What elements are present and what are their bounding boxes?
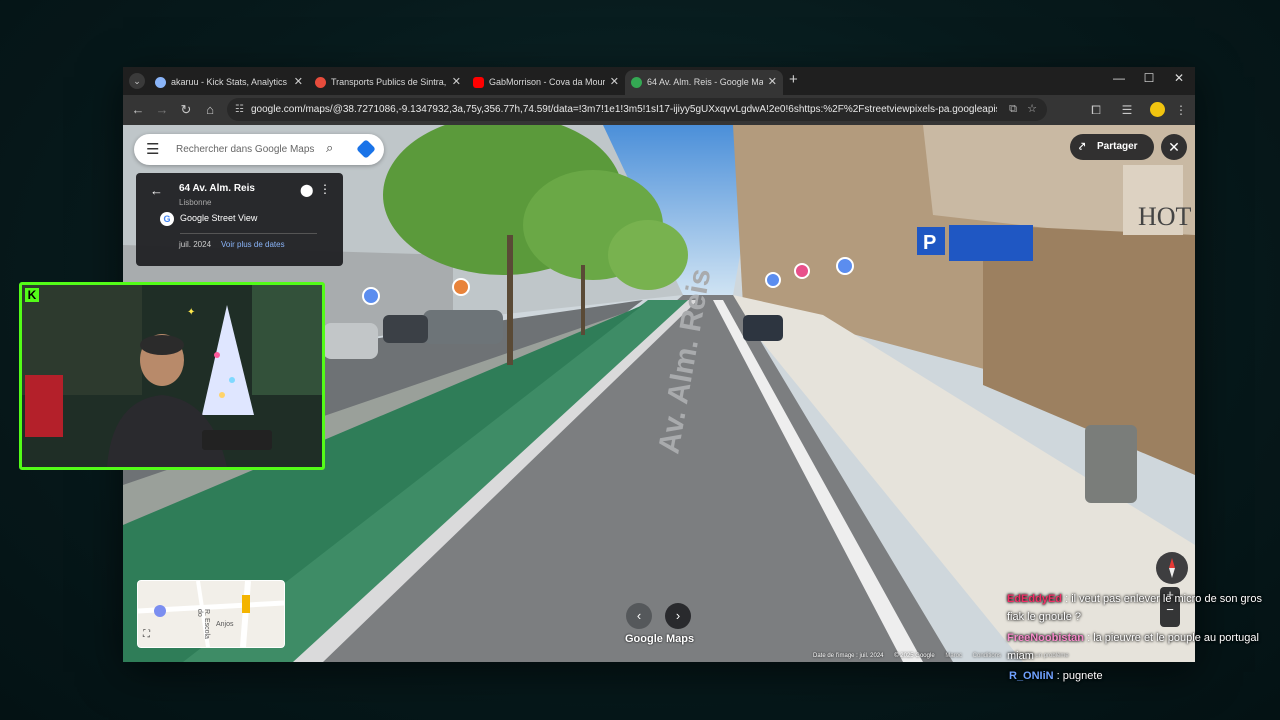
minimap-label: R. Escola do [196, 609, 210, 639]
tab-transports[interactable]: Transports Publics de Sintra, Po ✕ [309, 70, 467, 95]
webcam-feed: ✦ [22, 285, 322, 467]
svg-text:P: P [923, 232, 936, 254]
site-info-icon[interactable]: ☷ [235, 98, 244, 121]
mini-map[interactable]: R. Escola do Anjos ⛶ [137, 580, 285, 648]
previous-arrow-button[interactable]: ‹ [626, 603, 652, 629]
more-menu-icon[interactable]: ⋮ [1172, 102, 1190, 118]
divider [180, 233, 317, 234]
chat-text: pugnete [1062, 670, 1103, 682]
next-arrow-button[interactable]: › [665, 603, 691, 629]
stream-chat: EdEddyEd : il veut pas enlever le micro … [1007, 590, 1267, 682]
share-button[interactable]: ⤤ Partager [1070, 134, 1154, 160]
url-text: google.com/maps/@38.7271086,-9.1347932,3… [251, 104, 997, 115]
mini-map-roads [138, 581, 284, 647]
install-icon[interactable]: ⧉ [1009, 98, 1017, 121]
chat-username: R_ONIiN [1009, 670, 1054, 682]
tab-title: akaruu - Kick Stats, Analytics an [171, 77, 289, 87]
chat-message: R_ONIiN : pugnete [1009, 670, 1103, 682]
place-city: Lisbonne [179, 198, 212, 207]
extensions-icon[interactable]: ⧠ [1087, 102, 1105, 118]
source-text: Google Street View [180, 213, 258, 223]
close-tab-icon[interactable]: ✕ [768, 70, 777, 95]
share-icon: ⤤ [1079, 141, 1086, 153]
back-arrow-icon[interactable]: ← [150, 183, 163, 198]
forward-arrow-icon[interactable]: → [153, 102, 171, 118]
google-maps-logo: Google Maps [625, 633, 695, 645]
image-date: Date de l'image : juil. 2024 [813, 653, 884, 659]
tab-bar: ⌄ akaruu - Kick Stats, Analytics an ✕ Tr… [123, 67, 1195, 95]
svg-text:✦: ✦ [187, 307, 195, 318]
chat-username: EdEddyEd [1007, 593, 1063, 605]
tab-title: 64 Av. Alm. Reis - Google Maps [647, 77, 763, 87]
source-label: G Google Street View [160, 212, 258, 226]
search-icon[interactable]: ⌕ [326, 140, 333, 156]
youtube-icon [473, 77, 484, 88]
location-pin-icon[interactable]: ⬤ [300, 183, 313, 197]
tab-search-icon[interactable]: ⌄ [129, 73, 145, 89]
tab-title: Transports Publics de Sintra, Po [331, 77, 447, 87]
more-options-icon[interactable]: ⋮ [319, 182, 331, 196]
svg-text:HOT: HOT [1138, 202, 1192, 231]
close-tab-icon[interactable]: ✕ [294, 70, 303, 95]
conditions-link[interactable]: Conditions [973, 653, 1001, 659]
reading-list-icon[interactable]: ☰ [1118, 102, 1136, 118]
place-title: 64 Av. Alm. Reis [179, 183, 255, 194]
kick-logo-icon: K [25, 288, 39, 302]
place-info-card: ← 64 Av. Alm. Reis Lisbonne ⬤ ⋮ G Google… [136, 173, 343, 266]
back-arrow-icon[interactable]: ← [129, 102, 147, 118]
new-tab-button[interactable]: + [789, 71, 798, 88]
address-bar: ← → ↻ ⌂ ☷ google.com/maps/@38.7271086,-9… [123, 95, 1195, 125]
chat-message: EdEddyEd : il veut pas enlever le micro … [1007, 593, 1262, 623]
menu-icon[interactable]: ☰ [146, 140, 159, 158]
tab-kick-stats[interactable]: akaruu - Kick Stats, Analytics an ✕ [149, 70, 309, 95]
share-label: Partager [1097, 141, 1138, 152]
tab-gabmorrison[interactable]: GabMorrison - Cova da Moura ✕ [467, 70, 625, 95]
chat-username: FreeNoobistan [1007, 632, 1085, 644]
close-tab-icon[interactable]: ✕ [452, 70, 461, 95]
bookmark-star-icon[interactable]: ☆ [1027, 98, 1037, 121]
tab-title: GabMorrison - Cova da Moura [489, 77, 605, 87]
maps-pin-icon [631, 77, 642, 88]
copyright: © 2025 Google [894, 653, 935, 659]
directions-icon[interactable] [356, 139, 376, 159]
minimap-label: Anjos [216, 621, 234, 628]
chat-message: FreeNoobistan : la pieuvre et le pouple … [1007, 632, 1259, 662]
minimize-button[interactable]: — [1104, 71, 1134, 85]
tab-google-maps[interactable]: 64 Av. Alm. Reis - Google Maps ✕ [625, 70, 783, 95]
close-window-button[interactable]: ✕ [1164, 71, 1194, 85]
capture-date: juil. 2024 [179, 240, 212, 249]
home-icon[interactable]: ⌂ [201, 102, 219, 118]
url-field[interactable]: ☷ google.com/maps/@38.7271086,-9.1347932… [227, 98, 1047, 121]
close-street-view-button[interactable]: ✕ [1161, 134, 1187, 160]
reload-icon[interactable]: ↻ [177, 102, 195, 118]
expand-map-icon[interactable]: ⛶ [143, 629, 150, 640]
close-tab-icon[interactable]: ✕ [610, 70, 619, 95]
google-logo-icon: G [160, 212, 174, 226]
webcam-overlay: ✦ K [19, 282, 325, 470]
profile-avatar[interactable] [1150, 102, 1165, 117]
search-input[interactable]: Rechercher dans Google Maps [176, 134, 314, 165]
favicon-icon [155, 77, 166, 88]
maximize-button[interactable]: ☐ [1134, 71, 1164, 85]
favicon-icon [315, 77, 326, 88]
maps-search-box[interactable]: ☰ Rechercher dans Google Maps ⌕ [134, 134, 384, 165]
compass-icon[interactable] [1156, 552, 1188, 584]
see-more-dates-link[interactable]: Voir plus de dates [221, 240, 285, 249]
country-label[interactable]: Maroc [945, 653, 962, 659]
